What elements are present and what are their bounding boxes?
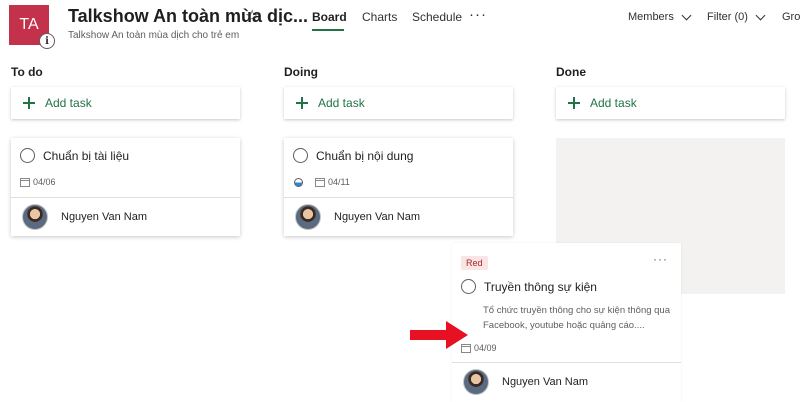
- divider: [452, 362, 681, 363]
- group-by-button[interactable]: Gro: [782, 11, 800, 23]
- tab-charts[interactable]: Charts: [362, 10, 397, 24]
- avatar: [463, 369, 489, 395]
- avatar: [22, 204, 48, 230]
- divider: [11, 197, 240, 198]
- task-card[interactable]: Chuẩn bị tài liệu 04/06 Nguyen Van Nam: [11, 138, 240, 236]
- task-title: Chuẩn bị tài liệu: [43, 148, 130, 163]
- add-task-button-doing[interactable]: Add task: [284, 87, 513, 119]
- active-tab-indicator: [312, 29, 344, 31]
- column-title-doing: Doing: [284, 65, 318, 79]
- plus-icon: [296, 97, 308, 109]
- members-label: Members: [628, 11, 674, 23]
- column-title-done: Done: [556, 65, 586, 79]
- circle-checkbox-icon[interactable]: [293, 148, 308, 163]
- assignee-name: Nguyen Van Nam: [502, 376, 589, 388]
- dragged-task-card[interactable]: Red ··· Truyền thông sự kiện Tổ chức tru…: [452, 243, 681, 402]
- chevron-down-icon: [755, 10, 766, 20]
- add-task-label: Add task: [590, 96, 637, 110]
- due-date: 04/09: [474, 343, 497, 353]
- task-title: Truyền thông sự kiện: [484, 279, 597, 294]
- task-description: Tổ chức truyền thông cho sự kiện thông q…: [483, 305, 670, 331]
- due-date: 04/11: [328, 177, 350, 187]
- task-title: Chuẩn bị nội dung: [316, 148, 414, 163]
- plan-title: Talkshow An toàn mùa dịc...: [68, 6, 309, 26]
- circle-checkbox-icon[interactable]: [20, 148, 35, 163]
- plan-subtitle: Talkshow An toàn mùa dịch cho trẻ em: [68, 30, 240, 41]
- filter-label: Filter (0): [707, 11, 748, 23]
- plan-initials: TA: [19, 16, 39, 33]
- add-task-label: Add task: [318, 96, 365, 110]
- assignee-name: Nguyen Van Nam: [334, 211, 421, 223]
- calendar-icon: [20, 177, 30, 187]
- members-button[interactable]: Members: [628, 10, 692, 23]
- info-icon[interactable]: i: [39, 33, 55, 49]
- avatar: [295, 204, 321, 230]
- more-icon[interactable]: ···: [469, 6, 487, 23]
- plus-icon: [23, 97, 35, 109]
- plus-icon: [568, 97, 580, 109]
- circle-checkbox-icon[interactable]: [461, 279, 476, 294]
- star-icon[interactable]: ☆: [245, 6, 259, 26]
- more-icon[interactable]: ···: [653, 252, 668, 266]
- due-date: 04/06: [33, 177, 56, 187]
- label-badge: Red: [461, 256, 488, 270]
- add-task-button-done[interactable]: Add task: [556, 87, 785, 119]
- group-label: Gro: [782, 11, 800, 23]
- column-title-todo: To do: [11, 65, 43, 79]
- chevron-down-icon: [681, 10, 692, 20]
- add-task-label: Add task: [45, 96, 92, 110]
- task-card[interactable]: Chuẩn bị nội dung 04/11 Nguyen Van Nam: [284, 138, 513, 236]
- add-task-button-todo[interactable]: Add task: [11, 87, 240, 119]
- tab-board[interactable]: Board: [312, 10, 347, 24]
- red-arrow-icon: [410, 321, 468, 349]
- progress-icon: [294, 177, 303, 187]
- tab-schedule[interactable]: Schedule: [412, 10, 462, 24]
- filter-button[interactable]: Filter (0): [707, 10, 766, 23]
- assignee-name: Nguyen Van Nam: [61, 211, 148, 223]
- calendar-icon: [315, 177, 325, 187]
- divider: [284, 197, 513, 198]
